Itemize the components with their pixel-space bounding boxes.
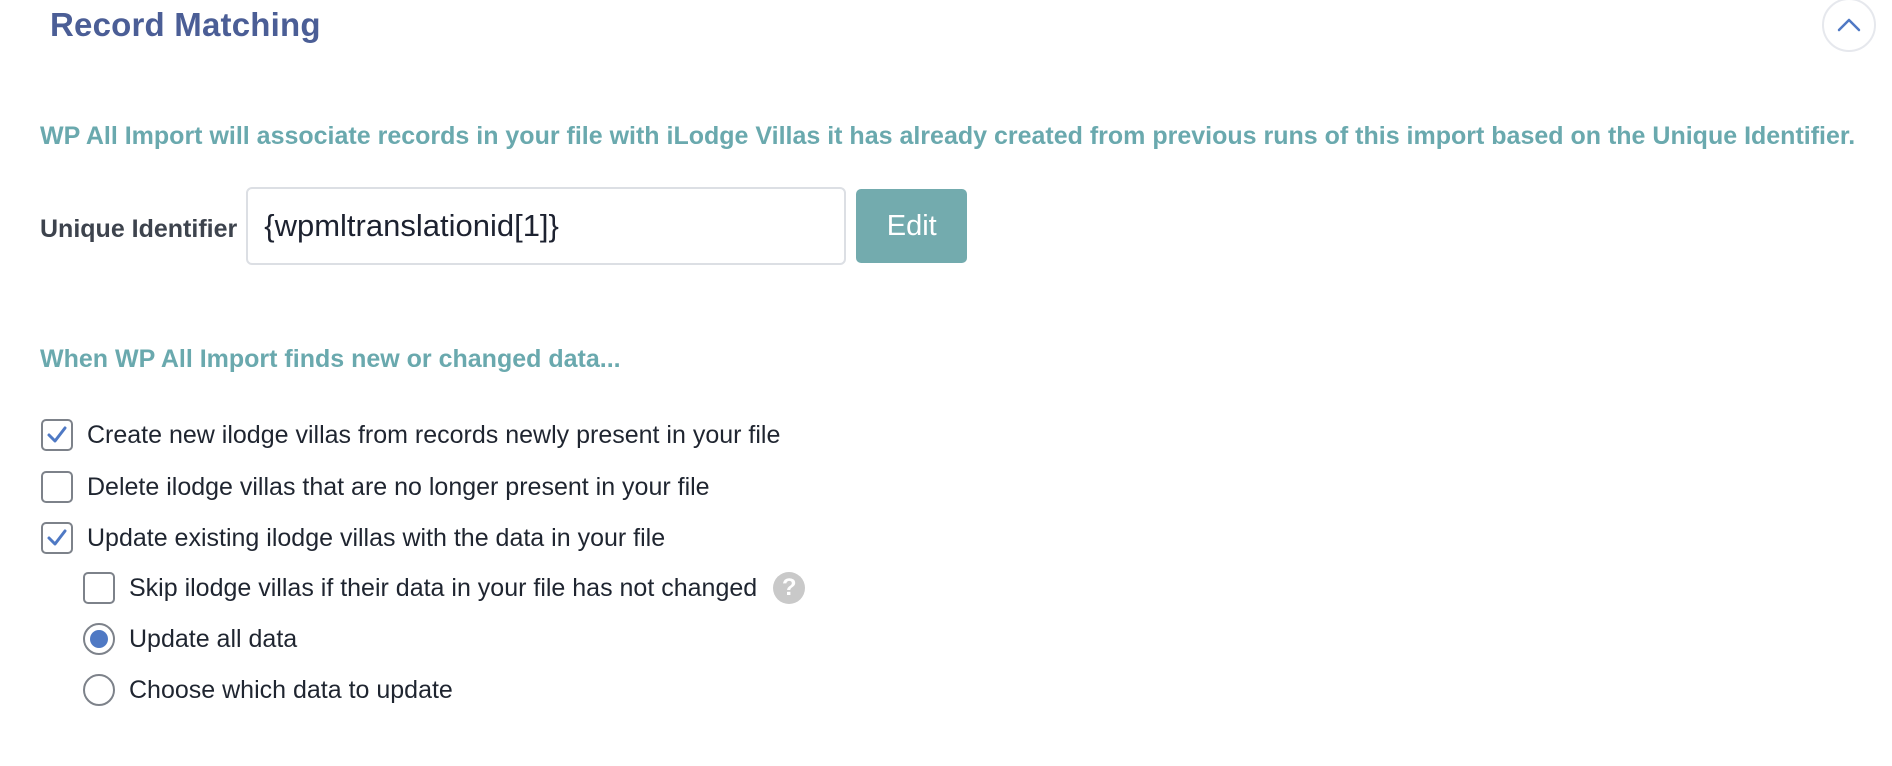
create-new-checkbox[interactable] bbox=[41, 419, 73, 451]
question-icon[interactable]: ? bbox=[773, 572, 806, 604]
delete-missing-label: Delete ilodge villas that are no longer … bbox=[87, 472, 710, 501]
update-existing-label: Update existing ilodge villas with the d… bbox=[87, 523, 666, 552]
collapse-button[interactable] bbox=[1822, 0, 1876, 52]
checkmark-icon bbox=[47, 529, 67, 546]
update-all-radio[interactable] bbox=[83, 623, 115, 655]
chevron-up-icon bbox=[1837, 18, 1861, 32]
skip-unchanged-label: Skip ilodge villas if their data in your… bbox=[129, 573, 758, 602]
create-new-option[interactable]: Create new ilodge villas from records ne… bbox=[41, 419, 780, 451]
delete-missing-checkbox[interactable] bbox=[41, 471, 73, 503]
update-all-label: Update all data bbox=[129, 624, 298, 653]
skip-unchanged-checkbox[interactable] bbox=[83, 572, 115, 604]
update-existing-option[interactable]: Update existing ilodge villas with the d… bbox=[41, 522, 665, 554]
checkmark-icon bbox=[47, 426, 67, 443]
choose-data-label: Choose which data to update bbox=[129, 675, 453, 704]
record-matching-panel: Record Matching WP All Import will assoc… bbox=[0, 0, 1892, 766]
update-existing-checkbox[interactable] bbox=[41, 522, 73, 554]
unique-identifier-label: Unique Identifier bbox=[40, 214, 238, 243]
update-all-option[interactable]: Update all data bbox=[83, 623, 297, 655]
create-new-label: Create new ilodge villas from records ne… bbox=[87, 420, 781, 449]
skip-unchanged-toggle[interactable]: Skip ilodge villas if their data in your… bbox=[83, 572, 757, 604]
delete-missing-option[interactable]: Delete ilodge villas that are no longer … bbox=[41, 471, 710, 503]
skip-unchanged-option: Skip ilodge villas if their data in your… bbox=[83, 572, 806, 604]
panel-title: Record Matching bbox=[50, 6, 321, 43]
radio-selected-dot bbox=[90, 630, 108, 648]
edit-button[interactable]: Edit bbox=[856, 189, 968, 263]
unique-identifier-input[interactable] bbox=[246, 187, 847, 265]
choose-data-option[interactable]: Choose which data to update bbox=[83, 674, 453, 706]
choose-data-radio[interactable] bbox=[83, 674, 115, 706]
unique-identifier-row: Unique Identifier Edit bbox=[40, 187, 968, 265]
matching-info-text: WP All Import will associate records in … bbox=[40, 122, 1856, 150]
section-heading: When WP All Import finds new or changed … bbox=[40, 345, 621, 373]
